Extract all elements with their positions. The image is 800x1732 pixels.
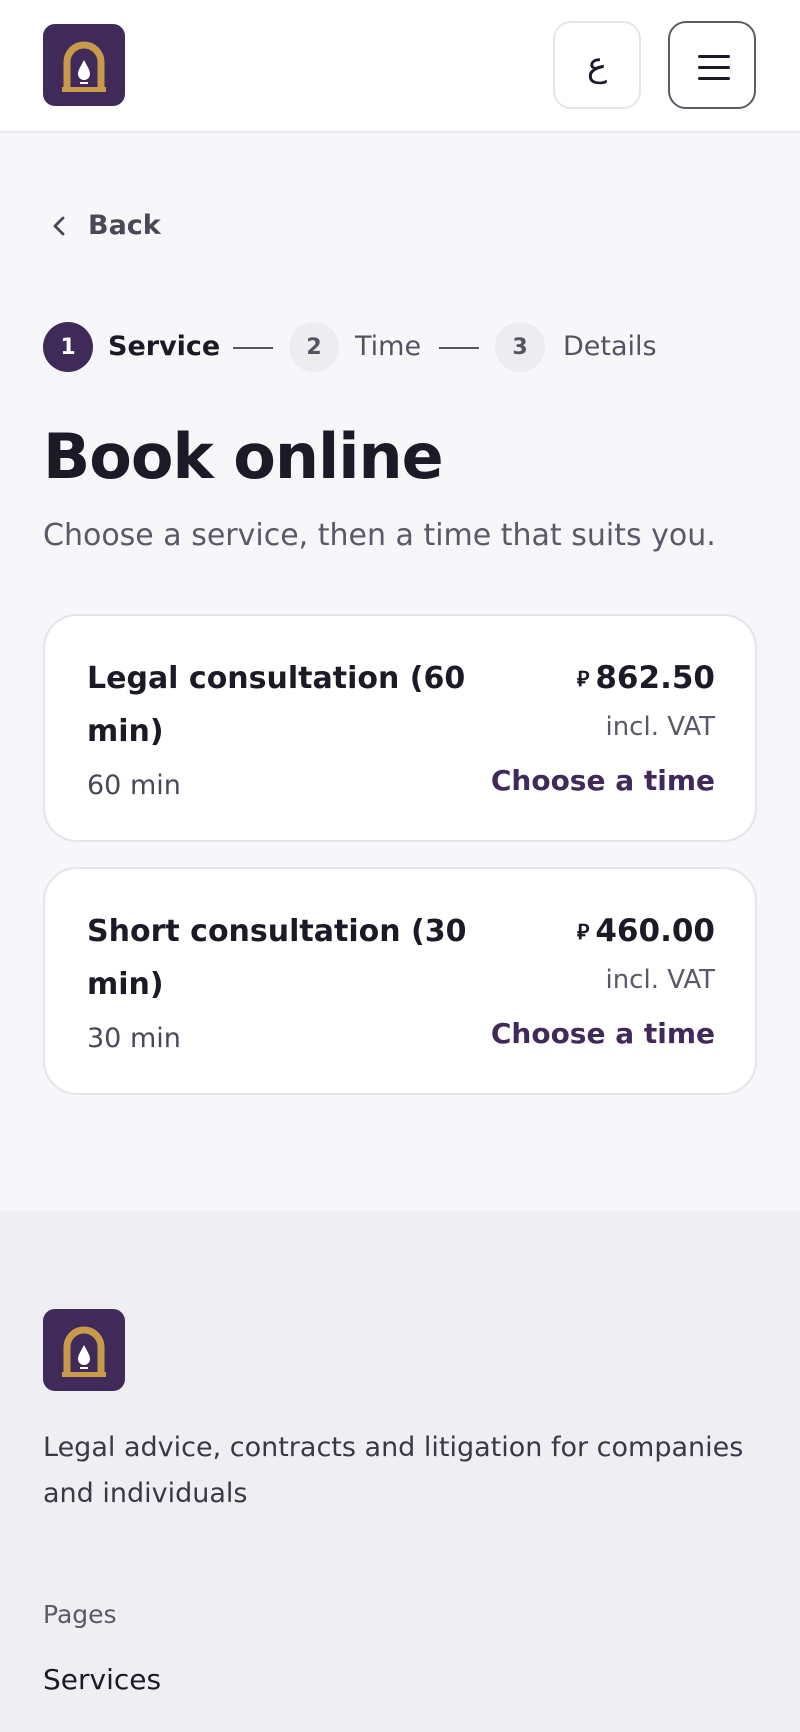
back-label: Back xyxy=(88,210,161,241)
step-2-number: 2 xyxy=(289,322,339,372)
service-price: ⃁ 460.00 xyxy=(577,913,715,949)
back-link[interactable]: Back xyxy=(50,210,161,241)
riyal-currency-icon: ⃁ xyxy=(576,920,590,944)
hamburger-menu-icon xyxy=(698,66,730,69)
site-footer: Legal advice, contracts and litigation f… xyxy=(0,1211,800,1732)
service-card-short-consultation[interactable]: Short consultation (30 min) 30 min ⃁ 460.… xyxy=(43,867,757,1095)
service-name: Short consultation (30 min) xyxy=(87,914,467,1002)
page-subtitle: Choose a service, then a time that suits… xyxy=(43,518,716,553)
menu-button[interactable] xyxy=(668,21,756,109)
hamburger-menu-icon xyxy=(698,77,730,80)
step-3-number: 3 xyxy=(495,322,545,372)
hamburger-menu-icon xyxy=(698,55,730,58)
language-toggle-button[interactable]: ع xyxy=(553,21,641,109)
footer-tagline: Legal advice, contracts and litigation f… xyxy=(43,1432,744,1509)
step-2-label: Time xyxy=(355,331,422,362)
choose-time-link[interactable]: Choose a time xyxy=(491,764,715,797)
service-card-legal-consultation[interactable]: Legal consultation (60 min) 60 min ⃁ 862.… xyxy=(43,614,757,842)
booking-stepper: 1 Service 2 Time 3 Details xyxy=(43,322,763,372)
arch-lamp-icon xyxy=(62,41,106,92)
riyal-currency-icon: ⃁ xyxy=(576,667,590,691)
service-duration: 60 min xyxy=(87,770,181,801)
footer-link-services[interactable]: Services xyxy=(43,1663,161,1696)
logo[interactable] xyxy=(43,24,125,106)
page-title: Book online xyxy=(43,420,444,493)
footer-pages-heading: Pages xyxy=(43,1600,117,1629)
footer-logo[interactable] xyxy=(43,1309,125,1391)
service-name: Legal consultation (60 min) xyxy=(87,661,466,749)
step-1-number: 1 xyxy=(43,322,93,372)
choose-time-link[interactable]: Choose a time xyxy=(491,1017,715,1050)
step-connector xyxy=(439,347,479,349)
price-amount: 460.00 xyxy=(595,913,715,949)
service-duration: 30 min xyxy=(87,1023,181,1054)
step-3-label: Details xyxy=(563,331,657,362)
service-price: ⃁ 862.50 xyxy=(577,660,715,696)
chevron-left-icon xyxy=(53,216,65,235)
vat-note: incl. VAT xyxy=(605,712,715,742)
step-1-label: Service xyxy=(108,331,221,362)
vat-note: incl. VAT xyxy=(605,965,715,995)
arch-lamp-icon xyxy=(62,1326,106,1377)
price-amount: 862.50 xyxy=(595,660,715,696)
site-header: ع xyxy=(0,0,800,133)
step-connector xyxy=(233,347,273,349)
